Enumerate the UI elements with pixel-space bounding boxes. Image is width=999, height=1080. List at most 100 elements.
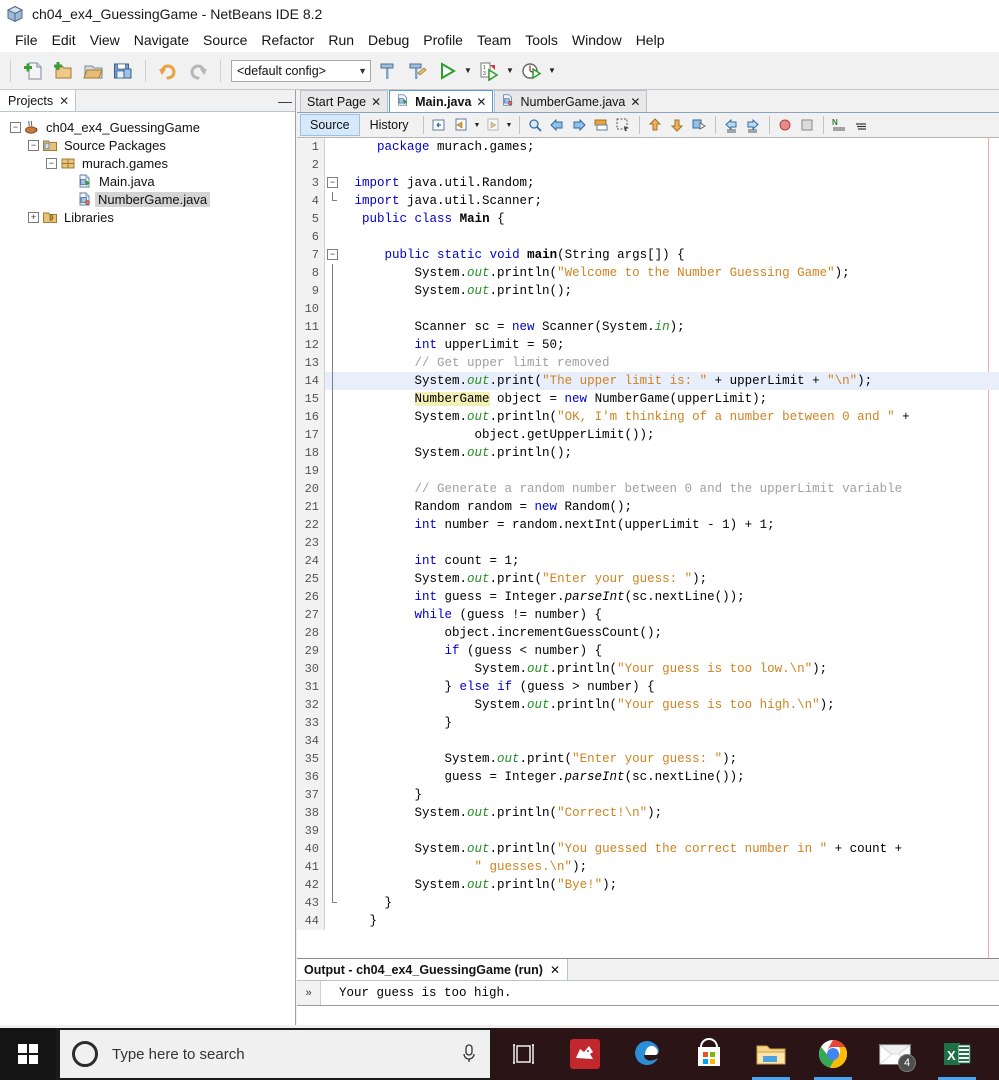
- output-body[interactable]: » Your guess is too high.: [297, 981, 999, 1005]
- next-error-icon[interactable]: [667, 115, 688, 136]
- expander-minus-icon[interactable]: −: [10, 121, 21, 133]
- toggle-bookmark-icon[interactable]: [591, 115, 612, 136]
- previous-error-icon[interactable]: [645, 115, 666, 136]
- run-dropdown-chevron-icon[interactable]: ▼: [463, 66, 473, 75]
- fold-column[interactable]: [325, 318, 341, 336]
- fold-column[interactable]: [325, 750, 341, 768]
- fold-column[interactable]: [325, 462, 341, 480]
- edge-browser-icon[interactable]: [616, 1028, 678, 1080]
- fold-column[interactable]: [325, 408, 341, 426]
- code-line[interactable]: 9 System.out.println();: [297, 282, 999, 300]
- menu-source[interactable]: Source: [196, 30, 254, 50]
- build-project-icon[interactable]: [373, 57, 401, 85]
- microsoft-store-icon[interactable]: [678, 1028, 740, 1080]
- code-line[interactable]: 41 " guesses.\n");: [297, 858, 999, 876]
- toggle-rectangular-selection-icon[interactable]: [613, 115, 634, 136]
- view-source-button[interactable]: Source: [300, 114, 360, 136]
- menu-edit[interactable]: Edit: [45, 30, 83, 50]
- close-icon[interactable]: ✕: [630, 95, 640, 109]
- microphone-icon[interactable]: [460, 1043, 478, 1065]
- toggle-breakpoint-icon[interactable]: [775, 115, 796, 136]
- fold-column[interactable]: [325, 390, 341, 408]
- fold-column[interactable]: [325, 768, 341, 786]
- redo-icon[interactable]: [184, 57, 212, 85]
- fold-collapse-icon[interactable]: −: [327, 249, 338, 260]
- previous-bookmark-icon[interactable]: [547, 115, 568, 136]
- forward-icon[interactable]: [483, 115, 504, 136]
- menu-team[interactable]: Team: [470, 30, 518, 50]
- fold-column[interactable]: [325, 732, 341, 750]
- fold-column[interactable]: [325, 534, 341, 552]
- next-bookmark-icon[interactable]: [569, 115, 590, 136]
- undo-icon[interactable]: [154, 57, 182, 85]
- fold-column[interactable]: [325, 894, 341, 912]
- tab-start-page[interactable]: Start Page ✕: [300, 90, 389, 112]
- tree-item-numbergame-java[interactable]: NumberGame.java: [0, 190, 295, 208]
- fold-column[interactable]: [325, 282, 341, 300]
- code-line[interactable]: 5 public class Main {: [297, 210, 999, 228]
- tree-item-source-packages[interactable]: − Source Packages: [0, 136, 295, 154]
- code-line[interactable]: 10: [297, 300, 999, 318]
- fold-column[interactable]: [325, 804, 341, 822]
- fold-collapse-icon[interactable]: −: [327, 177, 338, 188]
- menu-profile[interactable]: Profile: [416, 30, 470, 50]
- last-edit-icon[interactable]: [429, 115, 450, 136]
- chrome-browser-icon[interactable]: [802, 1028, 864, 1080]
- fold-column[interactable]: [325, 426, 341, 444]
- fold-column[interactable]: [325, 138, 341, 156]
- task-view-icon[interactable]: [492, 1028, 554, 1080]
- code-line[interactable]: 2: [297, 156, 999, 174]
- run-project-icon[interactable]: [433, 57, 461, 85]
- code-line[interactable]: 7− public static void main(String args[]…: [297, 246, 999, 264]
- code-line[interactable]: 28 object.incrementGuessCount();: [297, 624, 999, 642]
- stop-icon[interactable]: [797, 115, 818, 136]
- mail-icon[interactable]: 4: [864, 1028, 926, 1080]
- code-line[interactable]: 22 int number = random.nextInt(upperLimi…: [297, 516, 999, 534]
- code-line[interactable]: 29 if (guess < number) {: [297, 642, 999, 660]
- fold-column[interactable]: [325, 156, 341, 174]
- open-project-icon[interactable]: [79, 57, 107, 85]
- tab-projects[interactable]: Projects ✕: [0, 90, 77, 111]
- fold-column[interactable]: [325, 480, 341, 498]
- fold-column[interactable]: [325, 372, 341, 390]
- code-line[interactable]: 35 System.out.print("Enter your guess: "…: [297, 750, 999, 768]
- fold-column[interactable]: [325, 444, 341, 462]
- menu-tools[interactable]: Tools: [518, 30, 565, 50]
- code-line[interactable]: 11 Scanner sc = new Scanner(System.in);: [297, 318, 999, 336]
- clean-and-build-icon[interactable]: [403, 57, 431, 85]
- back-dropdown-chevron-icon[interactable]: ▼: [473, 122, 482, 129]
- start-button[interactable]: [0, 1028, 56, 1080]
- code-line[interactable]: 26 int guess = Integer.parseInt(sc.nextL…: [297, 588, 999, 606]
- code-line[interactable]: 19: [297, 462, 999, 480]
- view-history-button[interactable]: History: [361, 115, 418, 135]
- fold-column[interactable]: [325, 264, 341, 282]
- profile-dropdown-chevron-icon[interactable]: ▼: [547, 66, 557, 75]
- fold-column[interactable]: [325, 210, 341, 228]
- code-line[interactable]: 40 System.out.println("You guessed the c…: [297, 840, 999, 858]
- fold-column[interactable]: [325, 336, 341, 354]
- code-line[interactable]: 34: [297, 732, 999, 750]
- code-line[interactable]: 24 int count = 1;: [297, 552, 999, 570]
- cortana-circle-icon[interactable]: [72, 1041, 98, 1067]
- shift-left-icon[interactable]: [721, 115, 742, 136]
- code-line[interactable]: 42 System.out.println("Bye!");: [297, 876, 999, 894]
- profile-project-icon[interactable]: [517, 57, 545, 85]
- menu-help[interactable]: Help: [629, 30, 672, 50]
- code-line[interactable]: 25 System.out.print("Enter your guess: "…: [297, 570, 999, 588]
- fold-column[interactable]: [325, 606, 341, 624]
- debug-dropdown-chevron-icon[interactable]: ▼: [505, 66, 515, 75]
- fold-column[interactable]: [325, 498, 341, 516]
- menu-debug[interactable]: Debug: [361, 30, 416, 50]
- code-line[interactable]: 30 System.out.println("Your guess is too…: [297, 660, 999, 678]
- code-line[interactable]: 20 // Generate a random number between 0…: [297, 480, 999, 498]
- code-line[interactable]: 17 object.getUpperLimit());: [297, 426, 999, 444]
- code-line[interactable]: 38 System.out.println("Correct!\n");: [297, 804, 999, 822]
- close-icon[interactable]: ✕: [476, 95, 486, 109]
- code-line[interactable]: 33 }: [297, 714, 999, 732]
- excel-icon[interactable]: X: [926, 1028, 988, 1080]
- fold-column[interactable]: [325, 912, 341, 930]
- code-line[interactable]: 23: [297, 534, 999, 552]
- fold-column[interactable]: [325, 678, 341, 696]
- code-line[interactable]: 3− import java.util.Random;: [297, 174, 999, 192]
- fold-column[interactable]: [325, 822, 341, 840]
